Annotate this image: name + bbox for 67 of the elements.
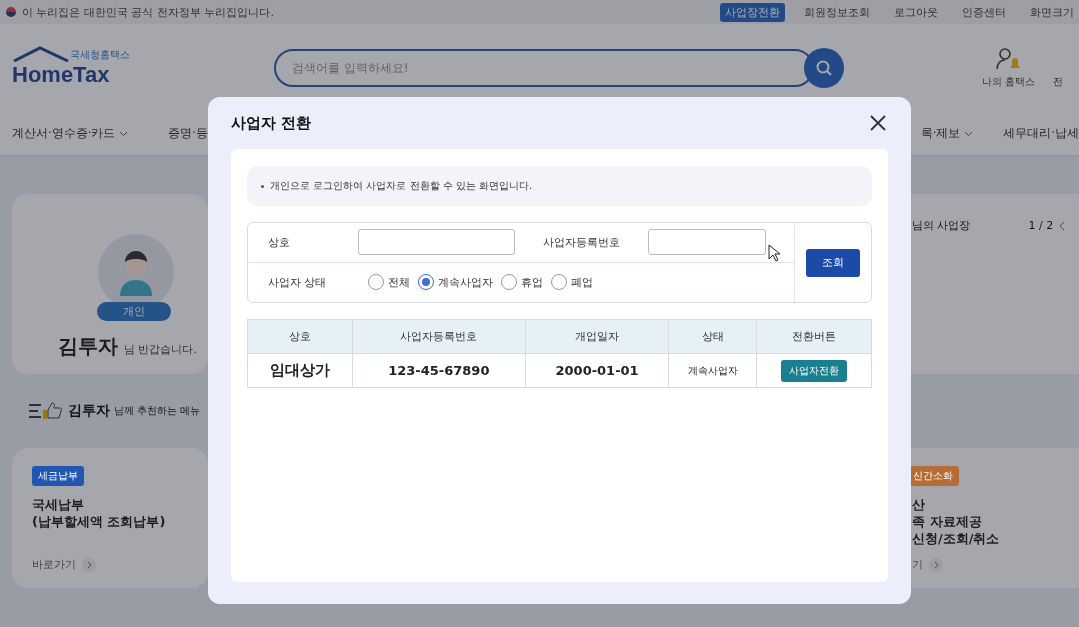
previous-icon[interactable] [1059,220,1066,231]
roof-icon [12,46,70,62]
chevron-down-icon [119,130,129,137]
recommend-text: 님께 추천하는 메뉴 [114,404,201,418]
page-indicator: 1 / 2 [1028,219,1054,232]
field-label: 사업자등록번호 [543,234,621,250]
top-link[interactable]: 사업장전환 [720,2,785,22]
menu-card[interactable]: 세금납부 국세납부 (납부할세액 조회납부) 바로가기 [12,448,208,588]
user-name: 김투자 [68,402,110,420]
status-radio[interactable]: 휴업 [501,274,543,291]
user-bell-icon[interactable] [995,47,1022,71]
column-header: 사업자등록번호 [352,319,526,354]
menu-title: 산 [912,496,926,513]
menu-title: 족 자료제공 [912,513,983,530]
nav-item[interactable]: 세무대리·납세 [1003,126,1079,141]
search-icon [815,59,833,77]
column-header: 개업일자 [525,319,669,354]
menu-title: (납부할세액 조회납부) [32,513,167,530]
business-title: 님의 사업장 [912,218,971,233]
chevron-right-icon [929,558,943,572]
nav-item[interactable]: 증명·등 [168,126,208,141]
status-radio[interactable]: 계속사업자 [418,274,493,291]
table-cell: 2000-01-01 [525,353,669,388]
top-link[interactable]: 회원정보조회 [799,2,875,22]
switch-business-button[interactable]: 사업자전환 [781,359,848,382]
notice-box: 개인으로 로그인하여 사업자로 전환할 수 있는 화면입니다. [247,166,872,206]
user-name: 김투자 [58,333,118,360]
flag-icon [6,7,16,17]
menu-title: 신청/조회/취소 [912,530,1001,547]
menu-title: 국세납부 [32,496,85,513]
column-header: 전환버튼 [756,319,872,354]
top-link[interactable]: 인증센터 [957,2,1011,22]
thumbs-up-list-icon [28,401,64,421]
nav-item[interactable]: 록·제보 [920,126,974,141]
shortcut-link[interactable]: 바로가기 [32,557,188,572]
top-link[interactable]: 화면크기 [1025,2,1079,22]
top-link[interactable]: 로그아웃 [889,2,943,22]
menu-label[interactable]: 전 [1053,75,1064,89]
bullet-icon [261,184,264,188]
nav-item[interactable]: 계산서·영수증·카드 [12,126,129,141]
table-cell: 계속사업자 [668,353,757,388]
logo-subtitle: 국세청홈택스 [70,48,131,62]
greeting-text: 님 반갑습니다. [124,342,197,357]
status-radio[interactable]: 폐업 [551,274,593,291]
table-cell: 123-45-67890 [352,353,526,388]
search-button[interactable] [804,48,844,88]
chevron-right-icon [82,558,96,572]
logo[interactable]: HomeTax [12,62,274,88]
dialog-title: 사업자 전환 [231,113,312,133]
category-tag: 세금납부 [32,466,84,486]
chevron-down-icon [964,130,974,137]
column-header: 상태 [668,319,757,354]
shortcut-link[interactable]: 기 [912,557,1079,572]
column-header: 상호 [247,319,353,354]
notice-text: 이 누리집은 대한민국 공식 전자정부 누리집입니다. [22,4,274,20]
my-hometax-label[interactable]: 나의 홈택스 [982,75,1036,89]
close-icon [868,113,888,133]
input-field[interactable] [358,229,515,256]
user-type-badge: 개인 [97,302,171,321]
table-cell: 임대상가 [247,353,353,388]
close-button[interactable] [868,113,888,133]
field-label: 사업자 상태 [268,274,328,290]
status-radio[interactable]: 전체 [368,274,410,291]
field-label: 상호 [268,234,291,250]
mouse-cursor-icon [768,244,780,262]
search-button[interactable]: 조회 [806,248,860,277]
input-field[interactable] [648,229,766,256]
